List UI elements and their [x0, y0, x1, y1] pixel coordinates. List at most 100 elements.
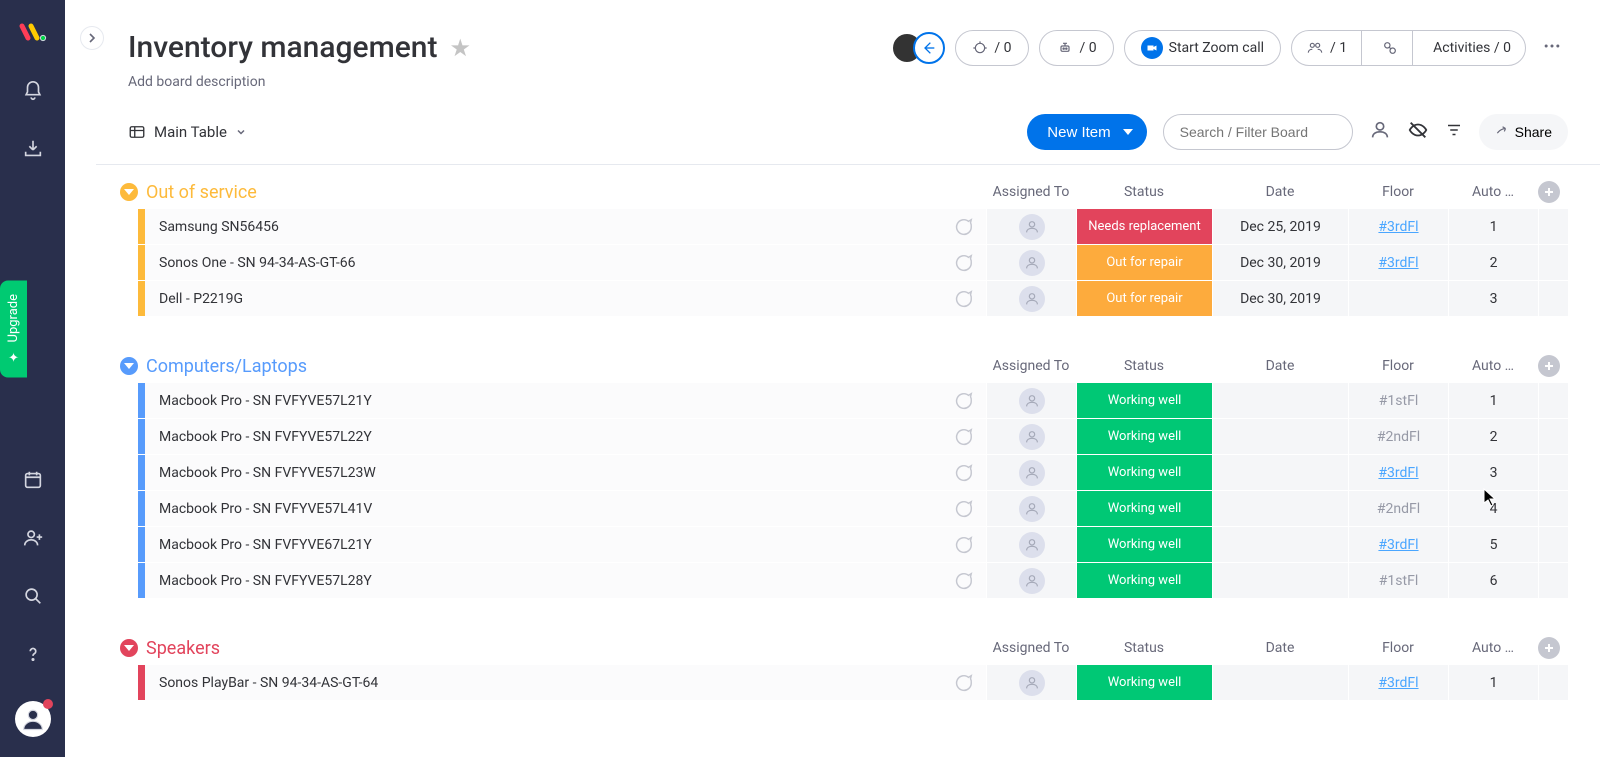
cell-floor[interactable]: #1stFl: [1348, 383, 1448, 418]
cell-assigned[interactable]: [986, 491, 1076, 526]
add-column-button[interactable]: [1538, 355, 1568, 377]
cell-status[interactable]: Working well: [1076, 383, 1212, 418]
col-header-status[interactable]: Status: [1076, 184, 1212, 200]
board-description[interactable]: Add board description: [128, 74, 1568, 90]
hide-icon[interactable]: [1407, 119, 1429, 145]
cell-status[interactable]: Needs replacement: [1076, 209, 1212, 244]
table-row[interactable]: Sonos PlayBar - SN 94-34-AS-GT-64 Workin…: [138, 665, 1568, 701]
table-row[interactable]: Macbook Pro - SN FVFYVE67L21Y Working we…: [138, 527, 1568, 563]
calendar-icon[interactable]: [22, 469, 44, 491]
cell-assigned[interactable]: [986, 209, 1076, 244]
bell-icon[interactable]: [22, 80, 44, 102]
search-input[interactable]: [1163, 114, 1353, 150]
cell-date[interactable]: [1212, 455, 1348, 490]
col-header-status[interactable]: Status: [1076, 358, 1212, 374]
group-title[interactable]: Computers/Laptops: [120, 356, 986, 377]
user-avatar[interactable]: [15, 701, 51, 737]
col-header-assigned[interactable]: Assigned To: [986, 358, 1076, 374]
row-chat-icon[interactable]: [940, 383, 986, 418]
activities-segment[interactable]: Activities / 0: [1419, 31, 1525, 65]
group-title[interactable]: Out of service: [120, 182, 986, 203]
row-title[interactable]: Macbook Pro - SN FVFYVE57L23W: [145, 455, 940, 490]
automations-pill-1[interactable]: / 0: [955, 30, 1028, 66]
table-row[interactable]: Sonos One - SN 94-34-AS-GT-66 Out for re…: [138, 245, 1568, 281]
collapse-arrow-icon[interactable]: [120, 639, 138, 657]
cell-assigned[interactable]: [986, 383, 1076, 418]
board-members[interactable]: [891, 32, 945, 64]
cell-assigned[interactable]: [986, 419, 1076, 454]
table-row[interactable]: Macbook Pro - SN FVFYVE57L22Y Working we…: [138, 419, 1568, 455]
invite-icon[interactable]: [22, 527, 44, 549]
group-name[interactable]: Computers/Laptops: [146, 356, 307, 377]
cell-status[interactable]: Out for repair: [1076, 281, 1212, 316]
cell-assigned[interactable]: [986, 281, 1076, 316]
cell-status[interactable]: Working well: [1076, 419, 1212, 454]
cell-auto[interactable]: 2: [1448, 245, 1538, 280]
add-column-button[interactable]: [1538, 181, 1568, 203]
cell-floor[interactable]: [1348, 281, 1448, 316]
row-title[interactable]: Macbook Pro - SN FVFYVE57L28Y: [145, 563, 940, 598]
cell-date[interactable]: [1212, 527, 1348, 562]
share-button[interactable]: Share: [1479, 114, 1568, 150]
view-switcher[interactable]: Main Table: [128, 123, 247, 141]
cell-date[interactable]: Dec 25, 2019: [1212, 209, 1348, 244]
cell-date[interactable]: [1212, 419, 1348, 454]
cell-assigned[interactable]: [986, 527, 1076, 562]
cell-assigned[interactable]: [986, 455, 1076, 490]
new-item-button[interactable]: New Item: [1027, 114, 1146, 150]
favorite-star-icon[interactable]: ★: [449, 34, 471, 62]
cell-auto[interactable]: 5: [1448, 527, 1538, 562]
row-title[interactable]: Dell - P2219G: [145, 281, 940, 316]
cell-status[interactable]: Working well: [1076, 491, 1212, 526]
cell-assigned[interactable]: [986, 563, 1076, 598]
cell-auto[interactable]: 3: [1448, 455, 1538, 490]
row-chat-icon[interactable]: [940, 281, 986, 316]
page-title[interactable]: Inventory management: [128, 30, 437, 65]
table-row[interactable]: Macbook Pro - SN FVFYVE57L23W Working we…: [138, 455, 1568, 491]
col-header-date[interactable]: Date: [1212, 358, 1348, 374]
table-row[interactable]: Macbook Pro - SN FVFYVE57L28Y Working we…: [138, 563, 1568, 599]
cell-auto[interactable]: 3: [1448, 281, 1538, 316]
sidebar-collapse-toggle[interactable]: [80, 26, 104, 50]
row-chat-icon[interactable]: [940, 419, 986, 454]
collapse-arrow-icon[interactable]: [120, 183, 138, 201]
cell-status[interactable]: Working well: [1076, 665, 1212, 700]
group-title[interactable]: Speakers: [120, 638, 986, 659]
row-title[interactable]: Samsung SN56456: [145, 209, 940, 244]
cell-floor[interactable]: #2ndFl: [1348, 419, 1448, 454]
cell-floor[interactable]: #3rdFl: [1348, 245, 1448, 280]
row-title[interactable]: Macbook Pro - SN FVFYVE57L21Y: [145, 383, 940, 418]
add-column-button[interactable]: [1538, 637, 1568, 659]
cell-auto[interactable]: 1: [1448, 665, 1538, 700]
row-chat-icon[interactable]: [940, 245, 986, 280]
col-header-date[interactable]: Date: [1212, 184, 1348, 200]
more-menu-icon[interactable]: [1536, 36, 1568, 60]
cell-auto[interactable]: 4: [1448, 491, 1538, 526]
col-header-floor[interactable]: Floor: [1348, 640, 1448, 656]
help-icon[interactable]: [22, 643, 44, 665]
row-chat-icon[interactable]: [940, 665, 986, 700]
cell-assigned[interactable]: [986, 665, 1076, 700]
row-chat-icon[interactable]: [940, 455, 986, 490]
row-chat-icon[interactable]: [940, 563, 986, 598]
cell-auto[interactable]: 1: [1448, 383, 1538, 418]
cell-date[interactable]: [1212, 563, 1348, 598]
collapse-arrow-icon[interactable]: [120, 357, 138, 375]
table-row[interactable]: Macbook Pro - SN FVFYVE57L21Y Working we…: [138, 383, 1568, 419]
logo-icon[interactable]: [18, 20, 48, 44]
cell-floor[interactable]: #1stFl: [1348, 563, 1448, 598]
cell-assigned[interactable]: [986, 245, 1076, 280]
cell-floor[interactable]: #3rdFl: [1348, 665, 1448, 700]
col-header-assigned[interactable]: Assigned To: [986, 184, 1076, 200]
col-header-floor[interactable]: Floor: [1348, 358, 1448, 374]
inbox-icon[interactable]: [22, 138, 44, 160]
table-row[interactable]: Macbook Pro - SN FVFYVE57L41V Working we…: [138, 491, 1568, 527]
group-name[interactable]: Out of service: [146, 182, 257, 203]
cell-auto[interactable]: 1: [1448, 209, 1538, 244]
cell-status[interactable]: Working well: [1076, 563, 1212, 598]
cell-status[interactable]: Working well: [1076, 455, 1212, 490]
search-icon[interactable]: [22, 585, 44, 607]
cell-date[interactable]: [1212, 383, 1348, 418]
cell-floor[interactable]: #3rdFl: [1348, 455, 1448, 490]
col-header-auto[interactable]: Auto …: [1448, 640, 1538, 656]
